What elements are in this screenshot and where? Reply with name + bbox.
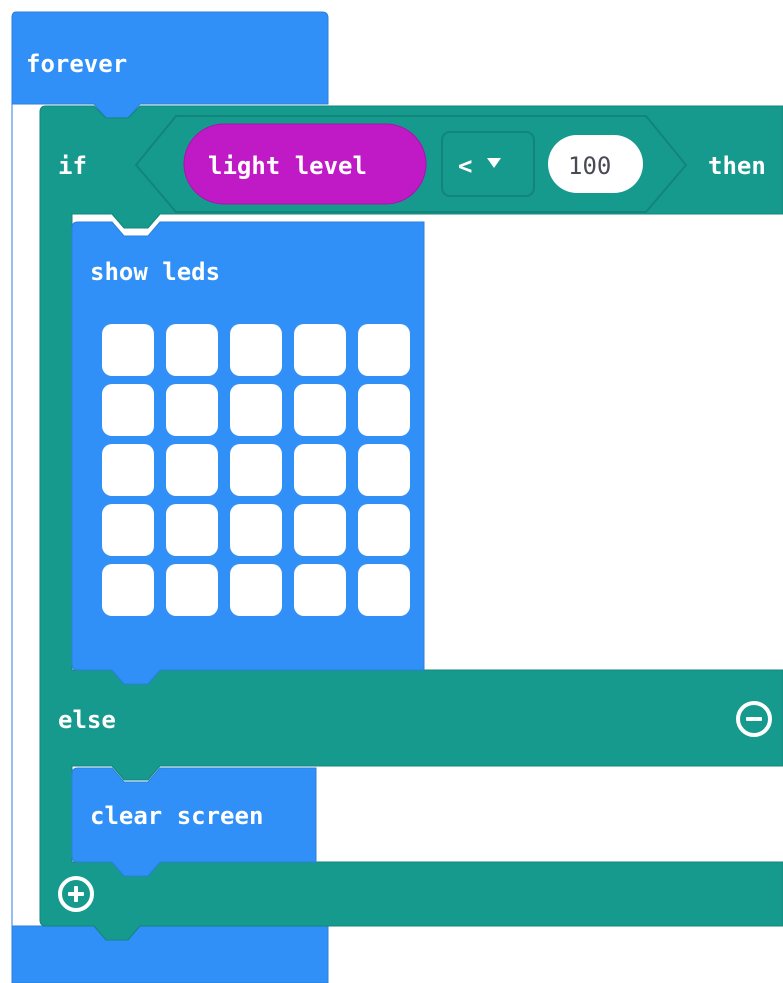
led-cell[interactable] (102, 564, 154, 616)
led-cell[interactable] (102, 504, 154, 556)
led-cell[interactable] (166, 504, 218, 556)
clear-screen-label: clear screen (90, 802, 264, 830)
led-cell[interactable] (358, 564, 410, 616)
led-cell[interactable] (294, 384, 346, 436)
led-cell[interactable] (358, 384, 410, 436)
led-cell[interactable] (230, 564, 282, 616)
if-label: if (58, 152, 87, 180)
minus-circle-icon[interactable] (736, 701, 772, 737)
led-cell[interactable] (102, 444, 154, 496)
led-cell[interactable] (358, 504, 410, 556)
forever-label: forever (26, 50, 128, 78)
led-cell[interactable] (230, 384, 282, 436)
else-label: else (58, 706, 116, 734)
led-cell[interactable] (294, 444, 346, 496)
led-cell[interactable] (358, 444, 410, 496)
led-cell[interactable] (230, 444, 282, 496)
show-leds-label: show leds (90, 258, 221, 286)
led-matrix (102, 324, 410, 616)
light-level-label: light level (208, 152, 367, 180)
led-cell[interactable] (294, 564, 346, 616)
led-cell[interactable] (230, 504, 282, 556)
led-cell[interactable] (102, 324, 154, 376)
then-label: then (708, 152, 766, 180)
led-cell[interactable] (166, 384, 218, 436)
led-cell[interactable] (230, 324, 282, 376)
led-cell[interactable] (294, 504, 346, 556)
blocks-workspace: forever if light level < 100 then show l… (0, 0, 783, 983)
operator-label: < (458, 152, 473, 180)
operator-dropdown[interactable] (441, 131, 535, 197)
led-cell[interactable] (166, 564, 218, 616)
led-cell[interactable] (358, 324, 410, 376)
number-input-value[interactable]: 100 (568, 154, 611, 178)
led-cell[interactable] (294, 324, 346, 376)
led-cell[interactable] (166, 324, 218, 376)
plus-circle-icon[interactable] (58, 876, 94, 912)
led-cell[interactable] (102, 384, 154, 436)
led-cell[interactable] (166, 444, 218, 496)
